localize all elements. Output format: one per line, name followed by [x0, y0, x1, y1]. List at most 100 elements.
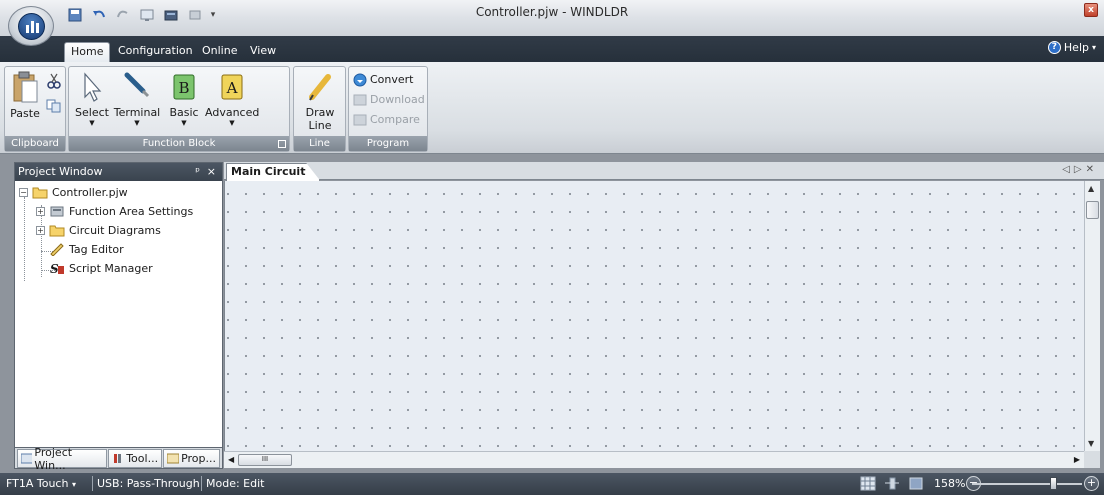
divider	[201, 476, 202, 491]
ribbon-tab-row: Home Configuration Online View ? Help ▾	[0, 36, 1104, 62]
select-button[interactable]: Select ▼	[72, 71, 112, 127]
folder-open-icon	[32, 187, 48, 199]
expand-icon[interactable]: +	[36, 206, 45, 216]
zoom-in-button[interactable]: +	[1084, 476, 1099, 491]
chevron-down-icon: ▼	[134, 119, 140, 127]
cut-icon	[47, 73, 61, 89]
mode-status: Mode: Edit	[206, 477, 265, 490]
scroll-right-icon[interactable]: ▶	[1074, 455, 1080, 464]
scroll-up-icon[interactable]: ▲	[1088, 184, 1094, 193]
draw-line-button[interactable]: Draw Line	[298, 71, 342, 132]
chevron-down-icon: ▼	[89, 119, 95, 127]
function-block-group: Select ▼ Terminal ▼ B Basic ▼ A Advanced	[68, 66, 290, 152]
function-block-group-label: Function Block	[69, 136, 289, 151]
advanced-book-icon: A	[221, 74, 243, 100]
scroll-left-icon[interactable]: ◀	[228, 455, 234, 464]
tree-item-label: Controller.pjw	[52, 185, 128, 199]
folder-icon	[49, 225, 65, 237]
document-nav-icons[interactable]: ◁▷✕	[1062, 164, 1098, 175]
dialog-launcher-icon[interactable]	[278, 140, 286, 148]
terminal-button[interactable]: Terminal ▼	[112, 71, 162, 127]
tab-main-circuit[interactable]: Main Circuit	[226, 163, 321, 181]
cut-button[interactable]	[45, 73, 63, 92]
close-icon[interactable]: x	[1084, 3, 1098, 17]
tree-connector	[24, 197, 25, 281]
line-group-label: Line	[294, 136, 345, 151]
help-icon: ?	[1047, 41, 1061, 54]
tab-properties[interactable]: Prop...	[163, 449, 220, 468]
scroll-corner	[1084, 451, 1100, 468]
basic-book-icon: B	[173, 74, 195, 100]
zoom-slider-thumb[interactable]	[1050, 477, 1057, 490]
collapse-icon[interactable]: −	[19, 187, 28, 197]
tree-item-tag-editor[interactable]: Tag Editor	[49, 240, 124, 258]
convert-button[interactable]: Convert	[353, 70, 414, 89]
tab-home[interactable]: Home	[64, 42, 111, 62]
advanced-letter: A	[226, 79, 238, 97]
tab-view[interactable]: View	[244, 42, 282, 62]
scroll-thumb[interactable]	[1086, 201, 1099, 219]
device-selector[interactable]: FT1A Touch ▾	[6, 477, 76, 490]
scroll-thumb[interactable]: III	[238, 454, 292, 466]
scroll-down-icon[interactable]: ▼	[1088, 439, 1094, 448]
basic-button[interactable]: B Basic ▼	[165, 71, 203, 127]
title-bar: ▾ Controller.pjw - WINDLDR x	[0, 0, 1104, 36]
tree-item-script-manager[interactable]: S Script Manager	[49, 259, 153, 277]
pencil-icon	[309, 74, 331, 101]
grid-view-icon[interactable]	[860, 476, 876, 491]
advanced-label: Advanced	[205, 106, 260, 119]
copy-button[interactable]	[45, 99, 63, 116]
settings-icon	[50, 206, 64, 217]
tab-project-window[interactable]: Project Win...	[17, 446, 108, 472]
ladder-canvas[interactable]	[224, 181, 1084, 451]
tree-item-circuit-diagrams[interactable]: + Circuit Diagrams	[36, 221, 161, 239]
pin-icon[interactable]: ᵖ	[195, 163, 200, 181]
help-menu[interactable]: ? Help ▾	[1047, 41, 1096, 54]
tab-online[interactable]: Online	[196, 42, 243, 62]
horizontal-scrollbar[interactable]: ◀ III ▶	[224, 451, 1084, 468]
script-icon: S	[50, 262, 64, 275]
terminal-pen-icon	[124, 72, 150, 98]
tab-label: Tool...	[126, 452, 159, 465]
download-label: Download	[370, 93, 425, 106]
copy-icon	[46, 99, 61, 113]
paste-icon	[13, 71, 38, 103]
zoom-slider-track[interactable]	[972, 483, 1082, 485]
ribbon: Paste Clipboard Select ▼ Terminal ▼ B Ba…	[0, 62, 1104, 154]
advanced-button[interactable]: A Advanced ▼	[205, 71, 259, 127]
tab-configuration[interactable]: Configuration	[112, 42, 199, 62]
compare-icon	[353, 114, 367, 125]
svg-text:S: S	[50, 262, 59, 275]
toolbox-icon	[114, 454, 122, 463]
tag-pencil-icon	[50, 243, 64, 256]
tab-tool[interactable]: Tool...	[108, 449, 163, 468]
ladder-view-icon[interactable]	[884, 476, 900, 491]
tab-label: Prop...	[181, 452, 216, 465]
tree-item-root[interactable]: − Controller.pjw	[19, 183, 128, 201]
draw-line-label-1: Draw	[305, 106, 335, 119]
device-label: FT1A Touch	[6, 477, 69, 490]
select-label: Select	[75, 106, 109, 119]
compare-label: Compare	[370, 113, 420, 126]
vertical-scrollbar[interactable]: ▲ ▼	[1084, 181, 1100, 451]
download-button[interactable]: Download	[353, 90, 425, 109]
project-window-header: Project Window ᵖ ×	[15, 163, 222, 181]
tree-item-function-area-settings[interactable]: + Function Area Settings	[36, 202, 193, 220]
help-label: Help	[1063, 41, 1089, 54]
close-icon[interactable]: ×	[207, 163, 216, 181]
program-group: Convert Download Compare Program	[348, 66, 428, 152]
project-icon	[21, 453, 33, 464]
project-window: Project Window ᵖ × − Controller.pjw + Fu…	[14, 162, 223, 468]
monitor-view-icon[interactable]	[908, 476, 924, 491]
compare-button[interactable]: Compare	[353, 110, 420, 129]
paste-button[interactable]: Paste	[8, 70, 42, 120]
window-title: Controller.pjw - WINDLDR	[475, 5, 629, 19]
tree-item-label: Function Area Settings	[69, 204, 194, 218]
status-bar: FT1A Touch ▾ USB: Pass-Through Mode: Edi…	[0, 473, 1104, 495]
application-menu-button[interactable]	[8, 6, 54, 46]
tree-item-label: Circuit Diagrams	[69, 223, 161, 237]
expand-icon[interactable]: +	[36, 225, 45, 235]
document-tab-row: Main Circuit ◁▷✕	[224, 162, 1104, 181]
chevron-down-icon: ▼	[181, 119, 187, 127]
chevron-down-icon: ▼	[229, 119, 235, 127]
